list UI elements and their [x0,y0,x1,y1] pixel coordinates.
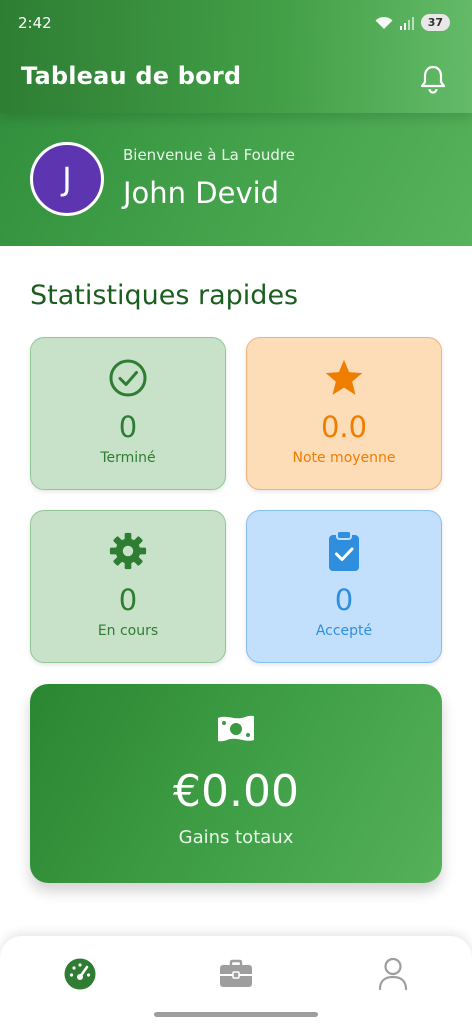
status-bar: 2:42 37 [0,0,472,48]
stat-value: 0.0 [320,410,368,444]
avatar[interactable]: J [30,142,104,216]
stat-label: Accepté [315,623,373,639]
stat-value: 0 [334,583,354,617]
user-name: John Devid [123,176,280,210]
home-indicator [154,1012,318,1017]
dashboard-icon [64,958,96,990]
battery-indicator: 37 [420,14,450,31]
check-circle-icon [108,358,148,398]
stat-label: Terminé [100,450,156,466]
page-title: Tableau de bord [21,62,242,90]
nav-jobs[interactable] [216,954,256,994]
stat-card-rating[interactable]: 0.0 Note moyenne [246,337,442,490]
wifi-icon [375,16,393,29]
stat-card-accepted[interactable]: 0 Accepté [246,510,442,663]
gear-icon [108,531,148,571]
nav-profile[interactable] [373,954,413,994]
bottom-navigation [0,936,472,1024]
earnings-value: €0.00 [173,766,299,817]
nav-dashboard[interactable] [60,954,100,994]
status-icons: 37 [375,14,450,31]
earnings-label: Gains totaux [178,827,294,848]
bell-icon [420,65,446,94]
stat-label: Note moyenne [292,450,396,466]
status-time: 2:42 [18,14,52,32]
briefcase-icon [220,959,252,987]
person-icon [378,957,408,991]
signal-icon [399,16,414,30]
section-title: Statistiques rapides [30,280,299,311]
clipboard-check-icon [324,530,364,571]
stat-value: 0 [118,410,138,444]
stat-label: En cours [97,623,159,639]
money-icon [215,712,257,750]
stat-value: 0 [118,583,138,617]
earnings-card[interactable]: €0.00 Gains totaux [30,684,442,883]
stat-card-completed[interactable]: 0 Terminé [30,337,226,490]
welcome-text: Bienvenue à La Foudre [123,146,295,164]
star-icon [324,358,364,398]
stat-card-in-progress[interactable]: 0 En cours [30,510,226,663]
notifications-button[interactable] [419,64,447,94]
